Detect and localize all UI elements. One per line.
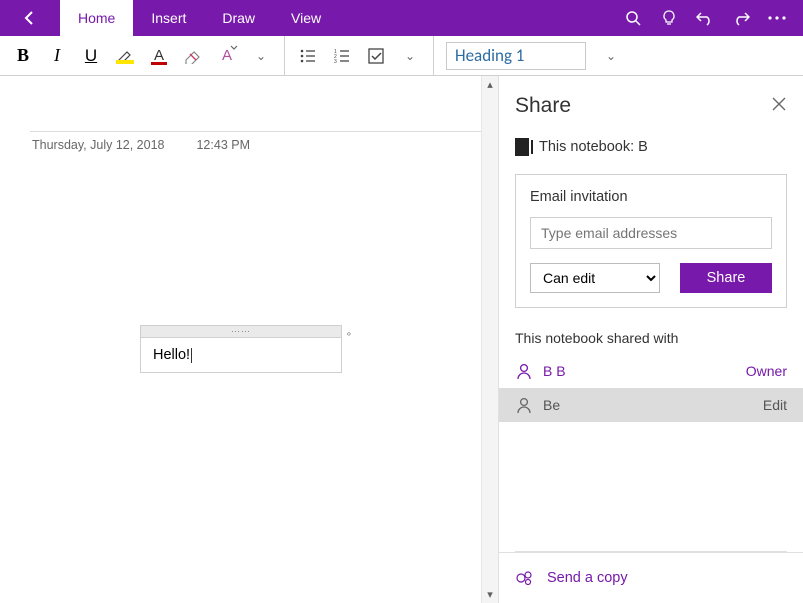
shared-with-label: This notebook shared with [499, 308, 803, 354]
send-copy-button[interactable]: Send a copy [499, 552, 803, 603]
email-invitation-box: Email invitation Can edit Share [515, 174, 787, 308]
notebook-label: This notebook: B [539, 139, 648, 155]
page-datetime: Thursday, July 12, 2018 12:43 PM [32, 138, 250, 152]
page-date: Thursday, July 12, 2018 [32, 138, 164, 152]
page-canvas[interactable]: Thursday, July 12, 2018 12:43 PM ⋯⋯‹› He… [0, 76, 498, 603]
note-handle[interactable]: ⋯⋯‹› [141, 326, 341, 338]
shared-user-row[interactable]: B B Owner [499, 354, 803, 388]
ribbon-group-paragraph: 123 ⌄ [285, 36, 434, 75]
ribbon-group-styles: Heading 1 ⌄ [434, 36, 642, 75]
ribbon-group-font: B I U A A ⌄ [0, 36, 285, 75]
share-panel-title: Share [515, 94, 571, 118]
bold-button[interactable]: B [6, 39, 40, 73]
lightbulb-icon[interactable] [651, 0, 687, 36]
bullets-button[interactable] [291, 39, 325, 73]
scroll-down-icon[interactable]: ▾ [482, 586, 498, 603]
titlebar-actions [615, 0, 803, 36]
tab-insert[interactable]: Insert [133, 0, 204, 36]
format-painter-button[interactable]: A [210, 39, 244, 73]
highlight-button[interactable] [108, 39, 142, 73]
send-copy-label: Send a copy [547, 570, 628, 586]
italic-button[interactable]: I [40, 39, 74, 73]
vertical-scrollbar[interactable]: ▴ ▾ [481, 76, 498, 603]
share-button[interactable]: Share [680, 263, 772, 293]
style-selector[interactable]: Heading 1 [446, 42, 586, 70]
tab-draw[interactable]: Draw [204, 0, 273, 36]
note-container[interactable]: ⋯⋯‹› Hello! [140, 325, 342, 373]
shared-user-name: Be [543, 397, 560, 413]
email-invitation-label: Email invitation [530, 189, 772, 205]
tab-home[interactable]: Home [60, 0, 133, 36]
undo-icon[interactable] [687, 0, 723, 36]
more-icon[interactable] [759, 0, 795, 36]
close-icon[interactable] [771, 96, 787, 117]
font-color-button[interactable]: A [142, 39, 176, 73]
notebook-icon [515, 138, 529, 156]
back-button[interactable] [0, 0, 60, 36]
font-dropdown-icon[interactable]: ⌄ [244, 39, 278, 73]
style-dropdown-icon[interactable]: ⌄ [586, 49, 636, 63]
person-icon [515, 396, 533, 414]
person-icon [515, 362, 533, 380]
title-bar: Home Insert Draw View [0, 0, 803, 36]
title-divider [30, 131, 498, 132]
share-panel: Share This notebook: B Email invitation … [498, 76, 803, 603]
tab-view[interactable]: View [273, 0, 339, 36]
shared-user-name: B B [543, 363, 566, 379]
permission-select[interactable]: Can edit [530, 263, 660, 293]
send-copy-icon [515, 569, 535, 587]
notebook-indicator: This notebook: B [499, 124, 803, 174]
underline-button[interactable]: U [74, 39, 108, 73]
note-text[interactable]: Hello! [141, 338, 341, 372]
ribbon-tabs: Home Insert Draw View [60, 0, 339, 36]
clear-formatting-button[interactable] [176, 39, 210, 73]
todo-button[interactable] [359, 39, 393, 73]
shared-user-role: Edit [763, 397, 787, 413]
svg-text:3: 3 [334, 59, 337, 63]
ribbon: B I U A A ⌄ 1 [0, 36, 803, 76]
shared-user-role: Owner [746, 363, 787, 379]
shared-user-row[interactable]: Be Edit [499, 388, 803, 422]
numbering-button[interactable]: 123 [325, 39, 359, 73]
search-icon[interactable] [615, 0, 651, 36]
email-input[interactable] [530, 217, 772, 249]
scroll-up-icon[interactable]: ▴ [482, 76, 498, 93]
paragraph-dropdown-icon[interactable]: ⌄ [393, 39, 427, 73]
redo-icon[interactable] [723, 0, 759, 36]
page-time: 12:43 PM [196, 138, 250, 152]
